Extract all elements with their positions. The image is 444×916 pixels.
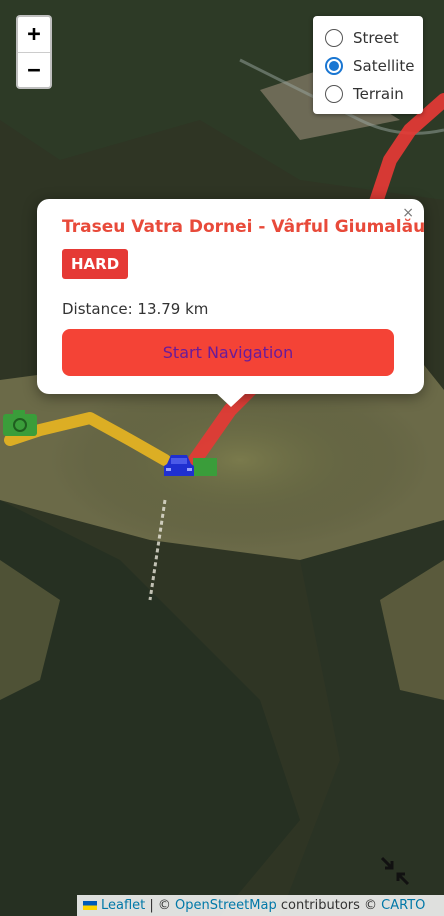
exit-fullscreen-icon [380,856,410,886]
route-title: Traseu Vatra Dornei - Vârful Giumalău [62,217,426,237]
difficulty-badge: HARD [62,249,129,279]
carto-link[interactable]: CARTO [381,898,425,913]
map-view[interactable]: + − Street Satellite Terrain × Traseu Va… [0,0,444,916]
leaflet-link[interactable]: Leaflet [101,898,145,913]
popup-tip [216,393,246,407]
layer-option-street[interactable]: Street [325,24,423,52]
attribution-separator: | © [145,898,176,913]
ukraine-flag-icon [83,901,97,910]
terrain-radio[interactable] [325,85,343,103]
car-marker[interactable] [162,452,196,484]
layer-switcher: Street Satellite Terrain [313,16,423,114]
map-attribution: Leaflet | © OpenStreetMap contributors ©… [77,895,444,916]
satellite-imagery[interactable] [0,0,444,916]
satellite-radio[interactable] [325,57,343,75]
zoom-out-button[interactable]: − [18,53,50,87]
layer-option-satellite[interactable]: Satellite [325,52,423,80]
route-distance: Distance: 13.79 km [62,300,209,318]
street-radio[interactable] [325,29,343,47]
camera-icon [3,410,37,436]
layer-option-terrain[interactable]: Terrain [325,80,423,108]
zoom-control: + − [16,15,52,89]
attribution-contributors: contributors © [276,898,382,913]
car-icon [164,455,194,476]
layer-label-street: Street [353,29,399,47]
camera-marker[interactable] [3,410,39,440]
route-popup: × Traseu Vatra Dornei - Vârful Giumalău … [37,199,426,394]
route-end-marker[interactable] [193,458,217,476]
zoom-in-button[interactable]: + [18,17,50,53]
start-navigation-button[interactable]: Start Navigation [62,329,394,376]
layer-label-satellite: Satellite [353,57,415,75]
exit-fullscreen-button[interactable] [380,856,410,890]
layer-label-terrain: Terrain [353,85,404,103]
osm-link[interactable]: OpenStreetMap [175,898,277,913]
